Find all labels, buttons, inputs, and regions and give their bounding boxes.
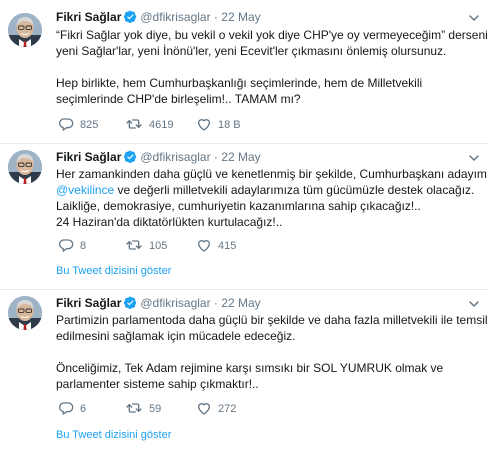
like-button[interactable]: 18 B: [196, 116, 241, 132]
tweet-text-line: Her zamankinden daha güçlü ve kenetlenmi…: [56, 167, 488, 181]
reply-count: 6: [80, 403, 87, 415]
reply-button[interactable]: 825: [58, 116, 98, 132]
tweet-text-line: Laikliğe, demokrasiye, cumhuriyetin kaza…: [56, 199, 421, 213]
retweet-button[interactable]: 4619: [125, 116, 173, 132]
verified-badge-icon: [124, 150, 137, 167]
tweet[interactable]: Fikri Sağlar @dfikrisaglar · 22 May “Fikr…: [0, 0, 488, 144]
tweet-date[interactable]: 22 May: [221, 296, 260, 310]
like-icon: [196, 116, 212, 132]
tweet-text-line: Önceliğimiz, Tek Adam rejimine karşı sım…: [56, 361, 444, 375]
tweet-text-line: edilmesini sağlamak için mücadele edeceğ…: [56, 329, 296, 343]
avatar[interactable]: [8, 296, 42, 330]
show-thread-link[interactable]: Bu Tweet dizisini göster: [56, 265, 171, 277]
tweet-text-line: parlamenter sisteme sahip çıkmaktır!..: [56, 377, 259, 391]
tweet-text-line: yeni Sağlar'lar, yeni İnönü'ler, yeni Ec…: [56, 44, 447, 58]
retweet-button[interactable]: 59: [125, 400, 161, 416]
tweet-feed: Fikri Sağlar @dfikrisaglar · 22 May “Fikr…: [0, 0, 488, 453]
chevron-down-icon[interactable]: [468, 11, 480, 23]
like-count: 415: [218, 240, 237, 252]
verified-badge-icon: [124, 296, 137, 313]
author-handle[interactable]: @dfikrisaglar: [140, 296, 210, 310]
tweet-text-fragment: ve değerli milletvekili adaylarımıza tüm…: [114, 183, 475, 197]
tweet-text: Her zamankinden daha güçlü ve kenetlenmi…: [56, 166, 488, 230]
tweet-header: Fikri Sağlar @dfikrisaglar · 22 May: [56, 295, 261, 311]
author-handle[interactable]: @dfikrisaglar: [140, 10, 210, 24]
tweet-text-line: 24 Haziran'da diktatörlükten kurtulacağı…: [56, 215, 283, 229]
retweet-icon: [125, 116, 143, 132]
retweet-icon: [125, 400, 143, 416]
separator-dot: ·: [213, 150, 218, 164]
author-name[interactable]: Fikri Sağlar: [56, 10, 121, 24]
retweet-count: 59: [149, 403, 162, 415]
tweet-text: Partimizin parlamentoda daha güçlü bir ş…: [56, 312, 488, 392]
like-count: 18 B: [218, 119, 241, 131]
tweet-header: Fikri Sağlar @dfikrisaglar · 22 May: [56, 149, 261, 165]
tweet-text: “Fikri Sağlar yok diye, bu vekil o vekil…: [56, 27, 488, 107]
retweet-button[interactable]: 105: [125, 237, 167, 253]
tweet-date[interactable]: 22 May: [221, 10, 260, 24]
avatar[interactable]: [8, 150, 42, 184]
tweet-text-line: Hep birlikte, hem Cumhurbaşkanlığı seçim…: [56, 76, 423, 90]
tweet-header: Fikri Sağlar @dfikrisaglar · 22 May: [56, 9, 261, 25]
tweet[interactable]: Fikri Sağlar @dfikrisaglar · 22 May Her z…: [0, 144, 488, 290]
like-button[interactable]: 272: [196, 400, 236, 416]
tweet-text-line: “Fikri Sağlar yok diye, bu vekil o vekil…: [56, 28, 488, 42]
reply-count: 8: [80, 240, 87, 252]
reply-icon: [58, 400, 74, 416]
reply-count: 825: [80, 119, 99, 131]
retweet-count: 4619: [149, 119, 174, 131]
mention-link[interactable]: @vekilince: [56, 183, 114, 197]
chevron-down-icon[interactable]: [468, 297, 480, 309]
retweet-icon: [125, 237, 143, 253]
author-name[interactable]: Fikri Sağlar: [56, 150, 121, 164]
reply-icon: [58, 237, 74, 253]
tweet-text-line: Partimizin parlamentoda daha güçlü bir ş…: [56, 313, 488, 327]
show-thread-link[interactable]: Bu Tweet dizisini göster: [56, 429, 171, 441]
tweet[interactable]: Fikri Sağlar @dfikrisaglar · 22 May Parti…: [0, 290, 488, 453]
like-icon: [196, 400, 212, 416]
separator-dot: ·: [213, 10, 218, 24]
author-handle[interactable]: @dfikrisaglar: [140, 150, 210, 164]
tweet-text-line: @vekilince ve değerli milletvekili adayl…: [56, 182, 482, 198]
like-button[interactable]: 415: [196, 237, 236, 253]
tweet-date[interactable]: 22 May: [221, 150, 260, 164]
separator-dot: ·: [213, 296, 218, 310]
like-count: 272: [218, 403, 237, 415]
chevron-down-icon[interactable]: [468, 151, 480, 163]
author-name[interactable]: Fikri Sağlar: [56, 296, 121, 310]
avatar[interactable]: [8, 13, 42, 47]
like-icon: [196, 237, 212, 253]
reply-button[interactable]: 8: [58, 237, 86, 253]
retweet-count: 105: [149, 240, 168, 252]
reply-button[interactable]: 6: [58, 400, 86, 416]
reply-icon: [58, 116, 74, 132]
verified-badge-icon: [124, 10, 137, 27]
tweet-text-line: seçimlerinde CHP'de birleşelim!.. TAMAM …: [56, 92, 301, 106]
